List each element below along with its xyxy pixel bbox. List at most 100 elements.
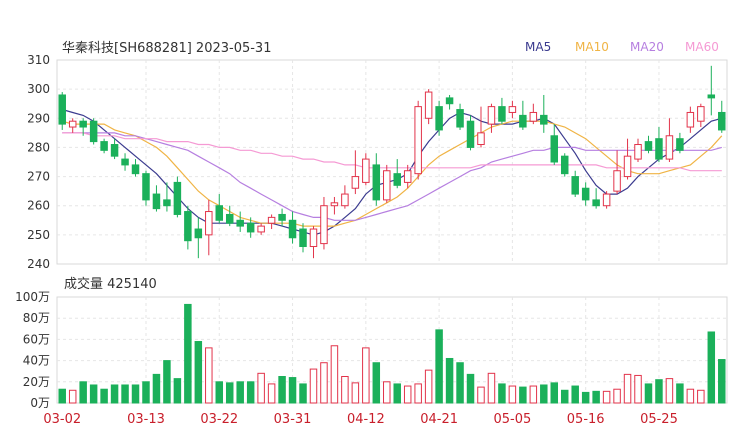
date-label: 03-31 [274, 412, 312, 427]
candle-body [613, 170, 621, 192]
candle-body [152, 193, 161, 210]
volume-bar [351, 382, 360, 404]
volume-bar [456, 362, 464, 404]
volume-bar [58, 388, 66, 404]
volume-bar [184, 303, 192, 404]
volume-bar [79, 381, 87, 404]
candle-body [288, 219, 297, 239]
volume-bar [644, 383, 653, 404]
candle-body [414, 106, 422, 175]
volume-bar [466, 373, 475, 404]
candle-body [309, 228, 318, 248]
volume-tick-label: 100万 [15, 290, 50, 304]
candle-body [519, 114, 527, 128]
price-tick-label: 280 [27, 140, 50, 154]
candle-body [372, 164, 381, 201]
volume-bar [403, 385, 412, 404]
volume-bar [215, 381, 224, 404]
volume-bar [435, 329, 443, 404]
candle-body [602, 193, 611, 207]
volume-bar [362, 347, 370, 404]
candle-body [424, 91, 433, 119]
legend-ma10: MA10 [575, 40, 609, 54]
volume-bar [665, 378, 674, 404]
candle-body [550, 135, 559, 163]
stock-chart: 华秦科技[SH688281] 2023-05-31 MA5 MA10 MA20 … [15, 40, 728, 427]
volume-bar [508, 385, 517, 404]
volume-bar [341, 376, 349, 404]
legend-ma20: MA20 [630, 40, 664, 54]
candle-body [529, 111, 538, 122]
volume-bar [519, 386, 527, 404]
candle-body [466, 120, 475, 148]
candle-body [362, 158, 370, 183]
price-tick-label: 250 [27, 228, 50, 242]
volume-bar [110, 384, 119, 404]
volume-tick-label: 40万 [23, 354, 50, 368]
volume-bar [257, 372, 265, 404]
candle-body [581, 187, 590, 201]
volume-bar [246, 381, 255, 404]
candle-body [236, 219, 244, 227]
candle-body [173, 181, 182, 215]
date-label: 03-13 [127, 412, 165, 427]
volume-bar [540, 384, 548, 404]
volume-bar [477, 386, 485, 404]
volume-bar [194, 341, 203, 404]
candle-body [718, 111, 726, 131]
price-tick-label: 270 [27, 170, 50, 184]
legend-ma60: MA60 [685, 40, 719, 54]
candle-body [634, 144, 642, 160]
volume-bar [487, 372, 496, 404]
candle-body [623, 155, 632, 178]
volume-tick-label: 60万 [23, 332, 50, 346]
volume-bar [278, 376, 286, 404]
volume-bar [581, 391, 590, 404]
volume-bar [613, 388, 621, 404]
candle-body [686, 111, 695, 128]
candle-body [445, 97, 454, 105]
candle-body [498, 106, 506, 122]
volume-bar [121, 384, 129, 404]
candle-body [225, 213, 234, 224]
price-tick-label: 240 [27, 257, 50, 271]
volume-bar [498, 383, 506, 404]
volume-bar [718, 359, 726, 404]
candle-body [540, 114, 548, 125]
price-tick-label: 310 [27, 53, 50, 67]
candle-body [246, 222, 255, 233]
volume-bar [142, 381, 150, 404]
candle-body [644, 141, 653, 151]
chart-title: 华秦科技[SH688281] 2023-05-31 [62, 41, 271, 56]
volume-bar [560, 389, 569, 404]
candle-body [320, 205, 328, 245]
volume-bar [550, 382, 559, 404]
volume-tick-label: 20万 [23, 375, 50, 389]
candle-body [477, 132, 485, 146]
volume-bar [225, 382, 234, 404]
moving-average-lines [62, 108, 723, 236]
candle-body [341, 193, 349, 207]
candle-body [393, 173, 401, 186]
volume-bar [414, 383, 422, 404]
volume-bar [131, 384, 140, 404]
volume-bar [623, 373, 632, 404]
candle-body [121, 158, 129, 166]
candle-body [163, 199, 171, 207]
volume-bar [602, 390, 611, 404]
candle-body [435, 106, 443, 131]
candle-body [560, 155, 569, 175]
price-panel: 310 300 290 280 270 260 250 240 [27, 53, 728, 271]
volume-bar [309, 368, 318, 404]
volume-bar [299, 383, 307, 404]
candle-body [487, 106, 496, 125]
candlesticks [58, 65, 726, 259]
volume-panel: 100万 80万 60万 40万 20万 0万 [15, 290, 728, 410]
candle-body [383, 170, 391, 201]
volume-bar [163, 360, 171, 404]
candle-body [351, 176, 360, 189]
candle-body [89, 120, 98, 143]
volume-bar [372, 362, 381, 404]
candle-body [655, 138, 663, 160]
volume-bar [634, 374, 642, 404]
